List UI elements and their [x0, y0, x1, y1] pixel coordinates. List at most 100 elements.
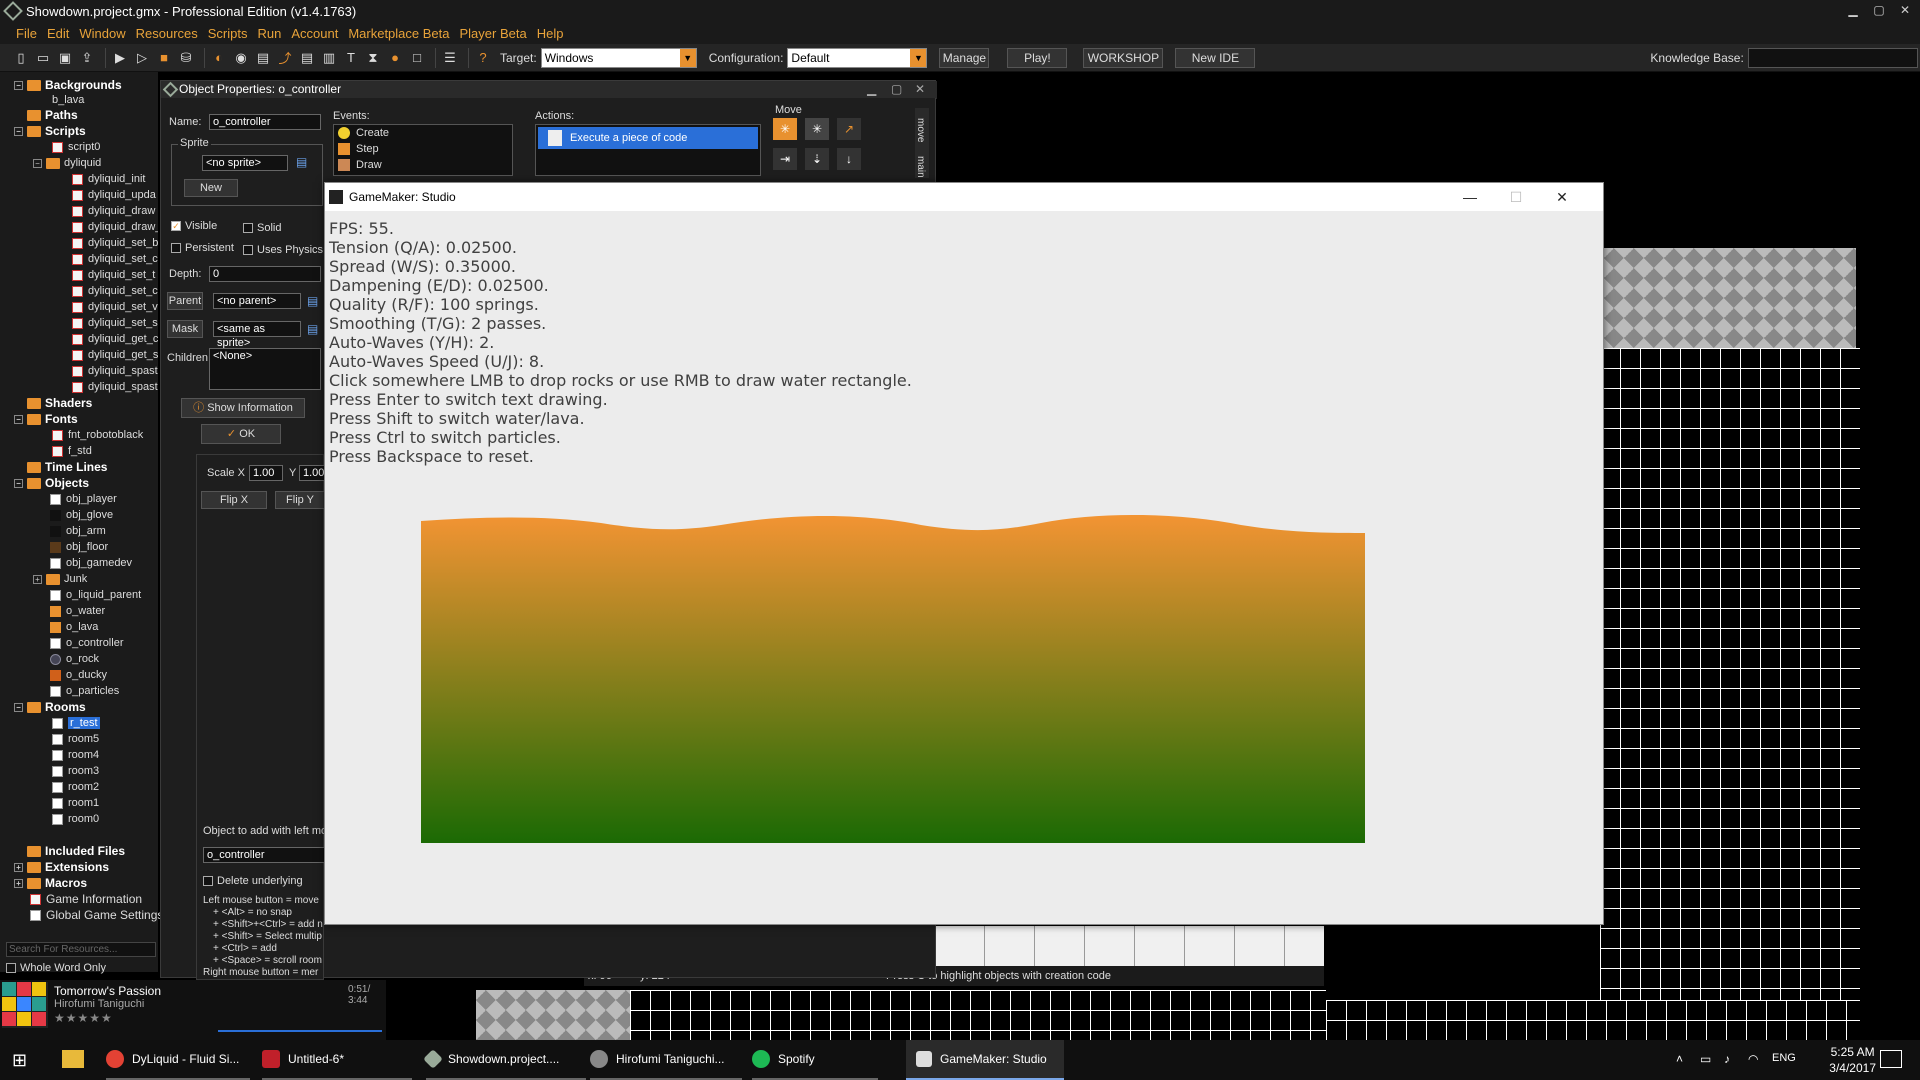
show-information-button[interactable]: ⓘ Show Information	[181, 398, 305, 418]
tree-item-object[interactable]: o_lava	[50, 620, 98, 634]
tree-item-object[interactable]: obj_player	[50, 492, 117, 506]
play-button[interactable]: Play!	[1007, 47, 1068, 68]
move-free-icon[interactable]: ✳	[805, 118, 829, 140]
checkbox-icon[interactable]	[243, 223, 253, 233]
minimize-icon[interactable]: ▁	[1840, 0, 1866, 22]
maximize-icon[interactable]: ☐	[1493, 183, 1539, 211]
game-settings-icon[interactable]: ☰	[441, 49, 459, 67]
tree-item-room[interactable]: room1	[52, 796, 99, 810]
resource-search-input[interactable]: Search For Resources...	[6, 942, 156, 957]
collapse-icon[interactable]: −	[14, 702, 23, 712]
parent-field[interactable]: <no parent>	[213, 293, 301, 309]
tree-item-script[interactable]: dyliquid_draw_	[72, 220, 158, 234]
tree-item-script[interactable]: dyliquid_set_c	[72, 284, 158, 298]
chevron-down-icon[interactable]: ▼	[910, 48, 927, 67]
task-music-player[interactable]: Hirofumi Taniguchi...	[590, 1040, 742, 1080]
maximize-icon[interactable]: ▢	[1866, 0, 1892, 22]
minimize-icon[interactable]: —	[1447, 183, 1493, 211]
tree-item-b-lava[interactable]: b_lava	[52, 93, 84, 107]
tree-group-timelines[interactable]: Time Lines	[27, 460, 107, 474]
menu-account[interactable]: Account	[291, 26, 338, 41]
save-icon[interactable]: ▣	[56, 49, 74, 67]
event-draw[interactable]: Draw	[338, 159, 382, 171]
tree-item-script[interactable]: dyliquid_set_c	[72, 252, 158, 266]
menu-help[interactable]: Help	[537, 26, 564, 41]
mask-button[interactable]: Mask	[167, 320, 203, 338]
action-execute-code[interactable]: Execute a piece of code	[538, 127, 758, 149]
workshop-button[interactable]: WORKSHOP	[1083, 47, 1164, 68]
task-chrome[interactable]: DyLiquid - Fluid Si...	[106, 1040, 250, 1080]
new-sprite-button[interactable]: New	[184, 179, 238, 197]
tree-group-shaders[interactable]: Shaders	[27, 396, 92, 410]
tree-group-scripts[interactable]: − Scripts	[14, 124, 86, 138]
room-icon[interactable]: □	[408, 49, 426, 67]
delete-underlying-checkbox[interactable]: Delete underlying	[203, 875, 303, 887]
stop-icon[interactable]: ■	[155, 49, 173, 67]
sprite-menu-icon[interactable]: ▤	[296, 155, 307, 169]
clock[interactable]: 5:25 AM 3/4/2017	[1829, 1044, 1876, 1076]
tree-item-object[interactable]: obj_floor	[50, 540, 108, 554]
object-icon[interactable]: ●	[386, 49, 404, 67]
tab-main[interactable]: main	[915, 156, 926, 178]
menu-window[interactable]: Window	[79, 26, 125, 41]
tree-item-object[interactable]: o_liquid_parent	[50, 588, 141, 602]
tree-group-backgrounds[interactable]: − Backgrounds	[14, 78, 122, 92]
chevron-down-icon[interactable]: ▼	[679, 48, 696, 67]
timeline-icon[interactable]: ⧗	[364, 49, 382, 67]
track-progress-bar[interactable]	[218, 1030, 382, 1032]
menu-scripts[interactable]: Scripts	[208, 26, 248, 41]
tree-group-rooms[interactable]: − Rooms	[14, 700, 86, 714]
tree-item-room[interactable]: room2	[52, 780, 99, 794]
tree-item-script0[interactable]: script0	[52, 140, 100, 154]
tree-group-objects[interactable]: − Objects	[14, 476, 89, 490]
tree-item-script[interactable]: dyliquid_init	[72, 172, 145, 186]
tree-item-object[interactable]: obj_arm	[50, 524, 106, 538]
collapse-icon[interactable]: −	[33, 158, 42, 168]
parent-menu-icon[interactable]: ▤	[307, 294, 318, 308]
checkbox-icon[interactable]	[203, 876, 213, 886]
close-icon[interactable]: ✕	[1892, 0, 1918, 22]
export-icon[interactable]: ⇪	[78, 49, 96, 67]
configuration-select[interactable]: Default ▼	[787, 47, 928, 68]
checkbox-icon[interactable]	[243, 245, 253, 255]
visible-checkbox[interactable]: ✓ Visible	[171, 220, 217, 232]
sound-icon[interactable]: ◉	[232, 49, 250, 67]
tree-group-dyliquid[interactable]: − dyliquid	[33, 156, 101, 170]
flip-y-button[interactable]: Flip Y	[275, 491, 325, 509]
tree-item-script[interactable]: dyliquid_spast	[72, 380, 158, 394]
tree-item-object[interactable]: obj_glove	[50, 508, 113, 522]
task-gamemaker-studio[interactable]: GameMaker: Studio	[906, 1040, 1064, 1080]
tree-item-script[interactable]: dyliquid_spast	[72, 364, 158, 378]
move-fixed-icon[interactable]: ✳	[773, 118, 797, 140]
tree-group-junk[interactable]: + Junk	[33, 572, 87, 586]
debug-run-icon[interactable]: ▷	[133, 49, 151, 67]
open-folder-icon[interactable]: ▭	[34, 49, 52, 67]
whole-word-toggle[interactable]: Whole Word Only	[6, 962, 106, 974]
manage-button[interactable]: Manage	[939, 47, 990, 68]
task-gamemaker-project[interactable]: Showdown.project....	[423, 1040, 586, 1080]
run-icon[interactable]: ▶	[111, 49, 129, 67]
path-icon[interactable]: ⤴	[276, 49, 294, 67]
tree-item-object[interactable]: obj_gamedev	[50, 556, 132, 570]
event-step[interactable]: Step	[338, 143, 379, 155]
scale-y-field[interactable]: 1.00	[299, 465, 325, 481]
maximize-icon[interactable]: ▢	[891, 81, 902, 98]
flip-x-button[interactable]: Flip X	[201, 491, 267, 509]
windows-start-icon[interactable]: ⊞	[12, 1050, 27, 1071]
tree-item-script[interactable]: dyliquid_set_s	[72, 316, 158, 330]
solid-checkbox[interactable]: Solid	[243, 222, 281, 234]
new-file-icon[interactable]: ▯	[12, 49, 30, 67]
track-rating[interactable]: ★★★★★	[54, 1011, 113, 1025]
menu-file[interactable]: File	[16, 26, 37, 41]
object-to-add-field[interactable]: o_controller	[203, 847, 325, 863]
tree-item-script[interactable]: dyliquid_set_t	[72, 268, 155, 282]
tree-item-script[interactable]: dyliquid_draw	[72, 204, 155, 218]
tree-item-room[interactable]: room0	[52, 812, 99, 826]
wifi-icon[interactable]: ◠	[1748, 1052, 1758, 1066]
speed-vertical-icon[interactable]: ⇣	[805, 148, 829, 170]
tab-move[interactable]: move	[915, 118, 926, 142]
tree-item-font[interactable]: fnt_robotoblack	[52, 428, 143, 442]
tree-item-font[interactable]: f_std	[52, 444, 92, 458]
menu-marketplace[interactable]: Marketplace Beta	[348, 26, 449, 41]
tree-item-script[interactable]: dyliquid_get_s	[72, 348, 158, 362]
